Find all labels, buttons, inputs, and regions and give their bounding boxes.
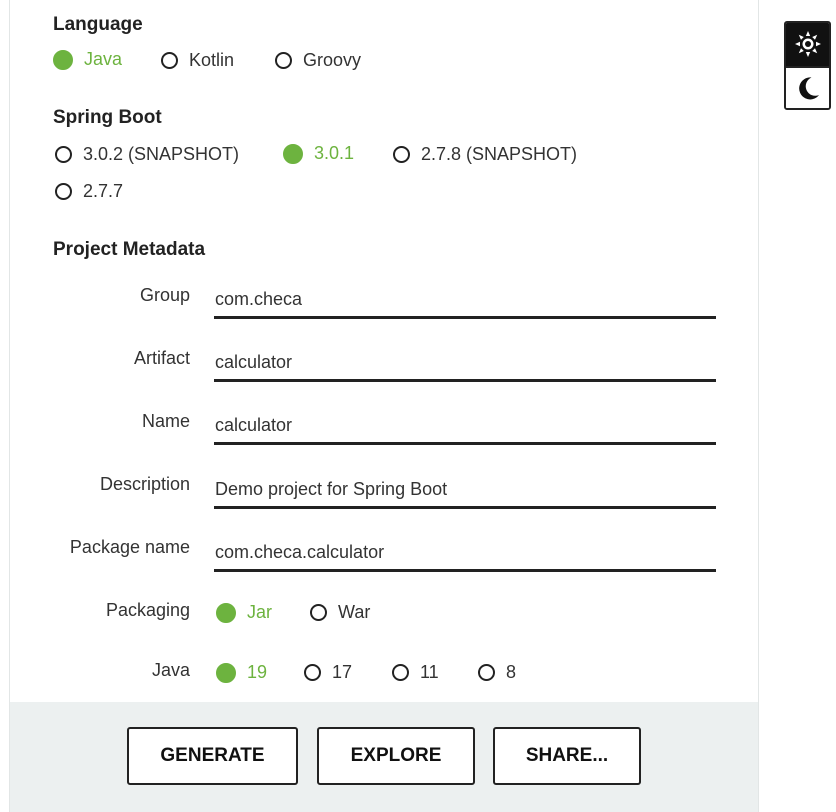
radio-label: 19 — [247, 662, 268, 682]
java-17-radio[interactable]: 17 — [304, 662, 352, 683]
radio-selected-indicator — [283, 143, 303, 164]
light-theme-button[interactable] — [786, 23, 829, 66]
packaging-war-radio[interactable]: War — [310, 602, 370, 623]
language-title: Language — [53, 14, 143, 35]
package-name-input[interactable] — [214, 536, 716, 572]
description-input[interactable] — [214, 472, 716, 509]
radio-label: 3.0.1 — [314, 143, 355, 163]
generate-button[interactable]: GENERATE — [127, 727, 298, 785]
radio-label: Jar — [247, 602, 273, 622]
radio-label: Kotlin — [189, 50, 235, 70]
artifact-input[interactable] — [214, 346, 716, 382]
radio-indicator — [275, 52, 292, 69]
language-groovy-radio[interactable]: Groovy — [275, 50, 361, 71]
description-label: Description — [99, 474, 190, 494]
radio-selected-indicator — [216, 602, 236, 623]
radio-label: 8 — [506, 662, 517, 682]
java-19-radio[interactable]: 19 — [216, 662, 267, 683]
spring-boot-2-7-7-radio[interactable]: 2.7.7 — [55, 181, 123, 202]
group-input[interactable] — [214, 283, 716, 319]
radio-label: 17 — [332, 662, 353, 682]
java-8-radio[interactable]: 8 — [478, 662, 516, 683]
radio-label: 2.7.8 (SNAPSHOT) — [421, 144, 578, 164]
explore-button[interactable]: EXPLORE — [317, 727, 475, 785]
radio-indicator — [161, 52, 178, 69]
name-input[interactable] — [214, 409, 716, 445]
artifact-label: Artifact — [133, 348, 190, 368]
radio-selected-indicator — [216, 662, 236, 683]
radio-indicator — [304, 664, 321, 681]
java-11-radio[interactable]: 11 — [392, 662, 439, 683]
language-kotlin-radio[interactable]: Kotlin — [161, 50, 234, 71]
radio-indicator — [392, 664, 409, 681]
dark-theme-button[interactable] — [786, 65, 829, 108]
project-metadata-title: Project Metadata — [53, 239, 206, 260]
spring-boot-3-0-2-radio[interactable]: 3.0.2 (SNAPSHOT) — [55, 144, 239, 165]
radio-label: Groovy — [303, 50, 362, 70]
package-name-label: Package name — [69, 537, 190, 557]
radio-indicator — [393, 146, 410, 163]
spring-boot-3-0-1-radio[interactable]: 3.0.1 — [283, 143, 354, 164]
theme-toggle — [784, 21, 831, 110]
radio-indicator — [55, 183, 72, 200]
packaging-label: Packaging — [105, 600, 190, 620]
name-label: Name — [141, 411, 190, 431]
radio-label: 11 — [420, 662, 439, 682]
radio-indicator — [310, 604, 327, 621]
language-java-radio[interactable]: Java — [53, 49, 122, 70]
radio-indicator — [478, 664, 495, 681]
radio-selected-indicator — [53, 49, 73, 70]
moon-icon — [798, 77, 819, 100]
group-label: Group — [139, 285, 190, 305]
radio-label: Java — [84, 49, 123, 69]
share-button[interactable]: SHARE... — [493, 727, 641, 785]
packaging-jar-radio[interactable]: Jar — [216, 602, 272, 623]
sun-icon — [794, 31, 821, 58]
spring-boot-2-7-8-radio[interactable]: 2.7.8 (SNAPSHOT) — [393, 144, 577, 165]
spring-boot-title: Spring Boot — [53, 107, 162, 128]
radio-label: War — [338, 602, 371, 622]
radio-label: 3.0.2 (SNAPSHOT) — [83, 144, 240, 164]
radio-label: 2.7.7 — [83, 181, 124, 201]
java-label: Java — [151, 660, 190, 680]
radio-indicator — [55, 146, 72, 163]
